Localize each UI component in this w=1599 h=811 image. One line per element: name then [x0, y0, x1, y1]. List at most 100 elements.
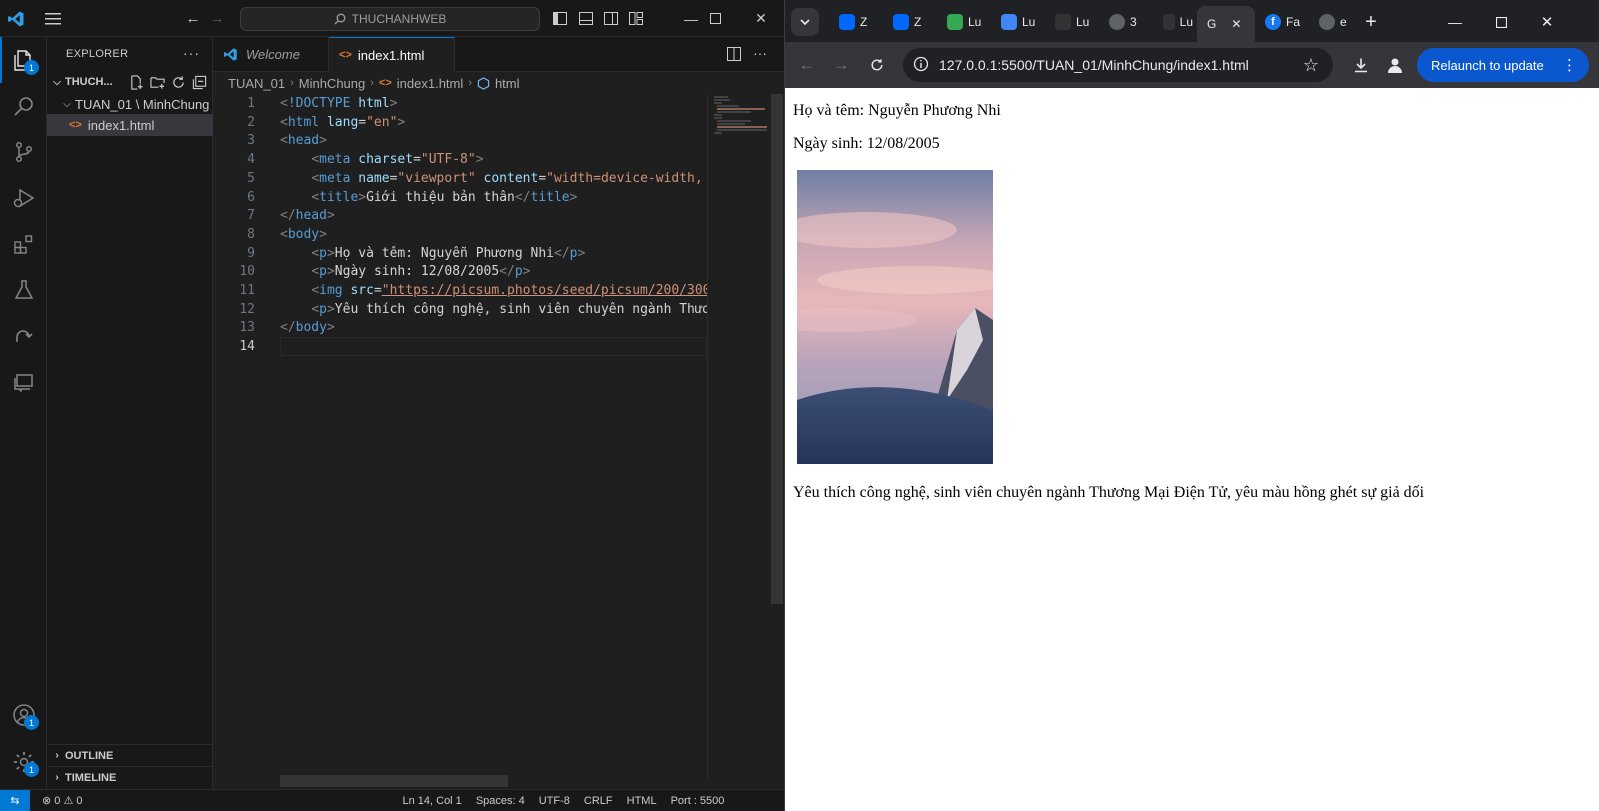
code-line[interactable]: <p>Yêu thích công nghệ, sinh viên chuyên…	[280, 302, 707, 317]
source-control-icon[interactable]	[0, 129, 47, 175]
explorer-icon[interactable]: 1	[0, 37, 47, 83]
live-server-port[interactable]: Port : 5500	[671, 795, 725, 807]
code-line[interactable]: <html lang="en">	[280, 115, 405, 130]
profile-avatar-icon[interactable]	[1381, 51, 1409, 79]
browser-tab-label: 3	[1130, 15, 1137, 29]
activity-bar: 1 1 1	[0, 37, 47, 811]
settings-gear-icon[interactable]: 1	[0, 739, 47, 785]
testing-icon[interactable]	[0, 267, 47, 313]
new-folder-icon[interactable]	[150, 75, 165, 90]
outline-section[interactable]: › OUTLINE	[47, 744, 213, 766]
collapse-all-icon[interactable]	[192, 75, 207, 90]
new-tab-icon[interactable]: +	[1357, 8, 1385, 36]
html-file-icon: <>	[339, 49, 352, 61]
breadcrumb-item[interactable]: html	[495, 76, 520, 91]
split-editor-icon[interactable]	[727, 47, 741, 64]
dark-page-icon	[1163, 14, 1175, 30]
forward-arrow-icon[interactable]: →	[206, 0, 228, 37]
code-line[interactable]: <p>Ngày sinh: 12/08/2005</p>	[280, 264, 530, 279]
chevron-right-icon: ›	[468, 77, 472, 89]
menu-icon[interactable]	[40, 0, 66, 37]
site-info-icon[interactable]	[913, 56, 929, 75]
close-tab-icon[interactable]: ✕	[1231, 17, 1241, 31]
browser-tab[interactable]: Z	[883, 8, 933, 36]
scrollbar-thumb[interactable]	[771, 94, 783, 604]
toggle-panel-icon[interactable]	[576, 0, 596, 37]
workspace-section-header[interactable]: ⌵ THUCH...	[47, 71, 213, 93]
new-file-icon[interactable]	[129, 74, 144, 90]
code-line[interactable]: <head>	[280, 133, 327, 148]
maximize-icon[interactable]	[692, 0, 738, 37]
more-actions-icon[interactable]: ···	[183, 45, 200, 61]
browser-tab[interactable]: e	[1309, 8, 1353, 36]
timeline-section[interactable]: › TIMELINE	[47, 766, 213, 788]
cursor-position[interactable]: Ln 14, Col 1	[402, 795, 461, 807]
code-line[interactable]: <meta charset="UTF-8">	[280, 152, 483, 167]
code-line[interactable]: <!DOCTYPE html>	[280, 96, 397, 111]
kebab-menu-icon[interactable]: ⋮	[1562, 56, 1577, 74]
address-bar[interactable]: 127.0.0.1:5500/TUAN_01/MinhChung/index1.…	[903, 48, 1333, 82]
breadcrumb-item[interactable]: index1.html	[397, 76, 463, 91]
editor-more-actions-icon[interactable]: ···	[753, 45, 767, 61]
breadcrumb-item[interactable]: TUAN_01	[228, 76, 285, 91]
tab-welcome[interactable]: Welcome	[213, 37, 329, 72]
remote-explorer-icon[interactable]	[0, 313, 47, 359]
code-line[interactable]: <p>Họ và têm: Nguyễn Phương Nhi</p>	[280, 246, 585, 261]
file-row-index1[interactable]: <> index1.html	[47, 114, 213, 136]
problems-status[interactable]: ⊗ 0 ⚠ 0	[42, 794, 82, 807]
chat-icon[interactable]	[0, 359, 47, 405]
minimap[interactable]	[707, 94, 769, 780]
breadcrumb-item[interactable]: MinhChung	[299, 76, 366, 91]
browser-tab[interactable]: G ✕	[1197, 6, 1255, 42]
accounts-icon[interactable]: 1	[0, 692, 47, 738]
code-line[interactable]: <title>Giới thiệu bản thân</title>	[280, 190, 577, 205]
code-line[interactable]: <body>	[280, 227, 327, 242]
language-status[interactable]: HTML	[627, 795, 657, 807]
code-line[interactable]: <img src="https://picsum.photos/seed/pic…	[280, 283, 707, 298]
browser-tab[interactable]: Lu	[1045, 8, 1095, 36]
relaunch-to-update-button[interactable]: Relaunch to update ⋮	[1417, 48, 1589, 82]
code-line[interactable]: </body>	[280, 320, 335, 335]
encoding-status[interactable]: UTF-8	[539, 795, 570, 807]
toggle-secondary-sidebar-icon[interactable]	[601, 0, 621, 37]
browser-tab[interactable]: f Fa	[1255, 8, 1305, 36]
zalo-icon	[893, 14, 909, 30]
minimize-icon[interactable]: —	[1435, 8, 1475, 36]
indentation-status[interactable]: Spaces: 4	[476, 795, 525, 807]
browser-tab[interactable]: Lu	[991, 8, 1041, 36]
browser-tab[interactable]: Lu	[1153, 8, 1193, 36]
browser-tab[interactable]: Lu	[937, 8, 987, 36]
close-icon[interactable]: ✕	[1527, 8, 1567, 36]
browser-tab-label: Z	[914, 15, 922, 29]
reload-icon[interactable]	[863, 51, 891, 79]
folder-row-tuan01[interactable]: ⌵ TUAN_01 \ MinhChung	[47, 93, 213, 115]
status-bar: ⇆ ⊗ 0 ⚠ 0 Ln 14, Col 1 Spaces: 4 UTF-8 C…	[0, 789, 784, 811]
forward-arrow-icon[interactable]: →	[827, 51, 855, 79]
code-editor[interactable]: 1 <!DOCTYPE html> 2 <html lang="en"> 3 <head>…	[213, 94, 707, 780]
line-number: 11	[239, 283, 255, 298]
remote-indicator-icon[interactable]: ⇆	[0, 789, 30, 811]
run-debug-icon[interactable]	[0, 175, 47, 221]
command-center-search[interactable]: THUCHANHWEB	[240, 7, 540, 31]
maximize-icon[interactable]	[1481, 8, 1521, 36]
tab-search-icon[interactable]	[791, 8, 819, 36]
code-line[interactable]: </head>	[280, 208, 335, 223]
customize-layout-icon[interactable]	[626, 0, 646, 37]
tab-index1[interactable]: <> index1.html	[329, 37, 455, 72]
browser-tab[interactable]: Z	[829, 8, 879, 36]
extensions-icon[interactable]	[0, 221, 47, 267]
back-arrow-icon[interactable]: ←	[182, 0, 204, 37]
code-line[interactable]: <meta name="viewport" content="width=dev…	[280, 171, 707, 186]
eol-status[interactable]: CRLF	[584, 795, 613, 807]
close-icon[interactable]: ✕	[738, 0, 784, 37]
back-arrow-icon[interactable]: ←	[793, 51, 821, 79]
toggle-sidebar-icon[interactable]	[550, 0, 570, 37]
download-icon[interactable]	[1347, 51, 1375, 79]
horizontal-scrollbar-thumb[interactable]	[280, 775, 508, 787]
search-icon[interactable]	[0, 83, 47, 129]
bookmark-star-icon[interactable]: ☆	[1303, 55, 1319, 76]
vscode-logo-icon	[0, 0, 32, 37]
browser-tab[interactable]: 3	[1099, 8, 1149, 36]
vertical-scrollbar[interactable]	[769, 94, 784, 780]
refresh-icon[interactable]	[171, 75, 186, 90]
